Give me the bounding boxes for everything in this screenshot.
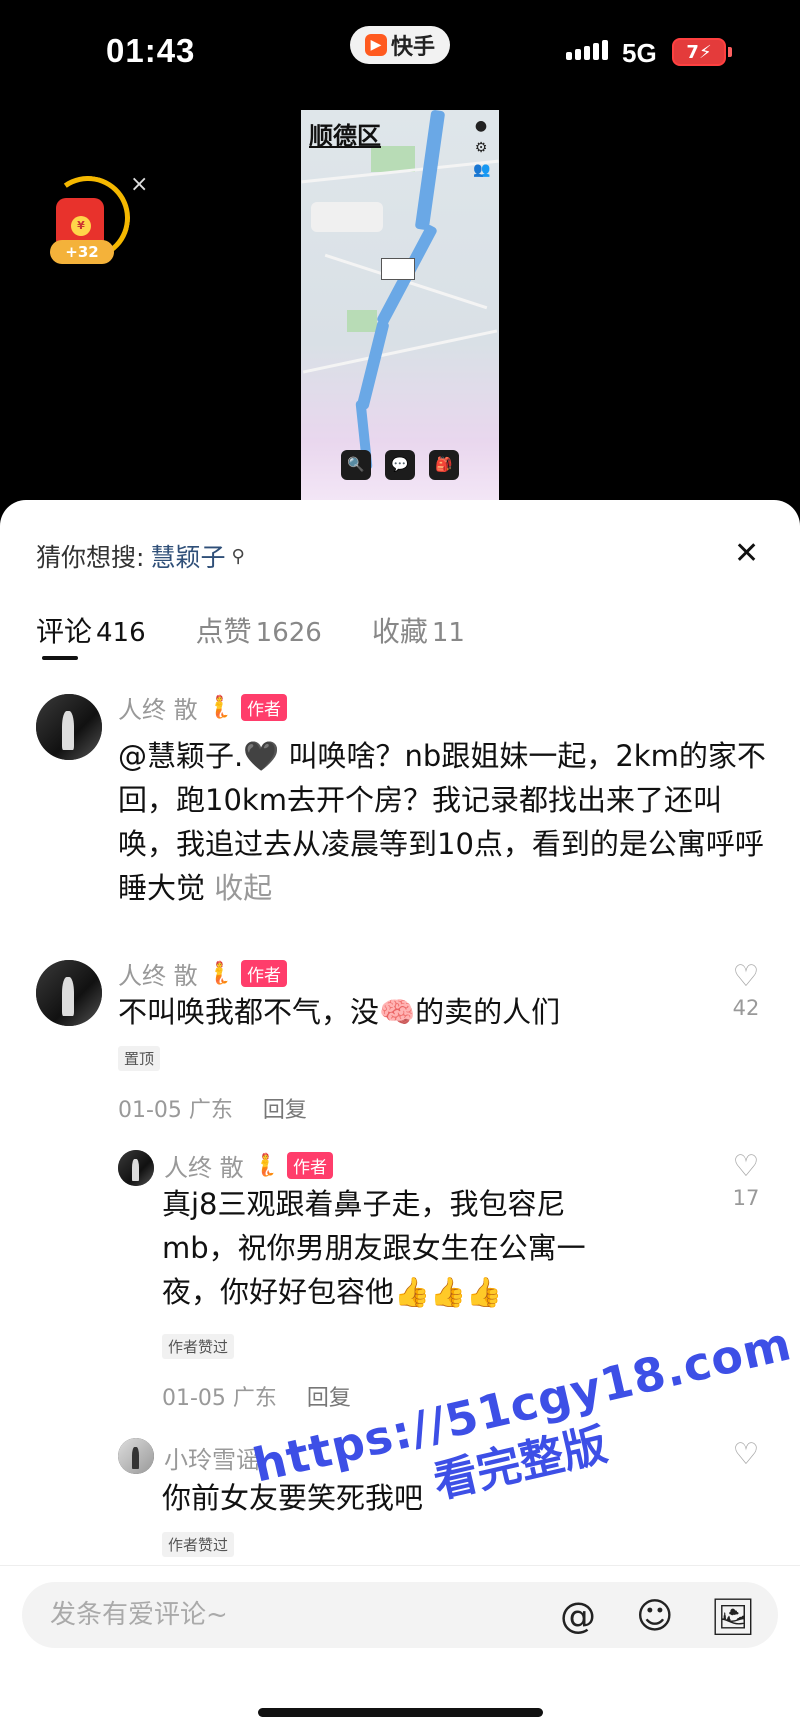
red-packet-bonus: +32 bbox=[50, 240, 114, 264]
signal-icon bbox=[566, 40, 608, 60]
red-packet-close-icon[interactable]: × bbox=[130, 172, 148, 197]
kuaishou-logo-icon: ▶ bbox=[364, 34, 387, 56]
app-name: 快手 bbox=[390, 35, 435, 60]
badge-emoji-icon: 🧜 bbox=[205, 961, 234, 986]
tab-label: 评论 bbox=[36, 615, 93, 648]
like-button[interactable]: ♡ bbox=[726, 1440, 766, 1470]
reply-button[interactable]: 回复 bbox=[263, 1092, 307, 1124]
emoji-icon[interactable]: ☺ bbox=[636, 1596, 674, 1637]
search-icon: ⚲ bbox=[231, 545, 245, 567]
location-pin bbox=[381, 258, 415, 280]
home-indicator[interactable] bbox=[258, 1708, 543, 1717]
tab-count: 416 bbox=[96, 618, 146, 648]
tab-label: 收藏 bbox=[371, 615, 428, 648]
heart-icon: ♡ bbox=[732, 1149, 760, 1184]
search-suggestion[interactable]: 猜你想搜: 慧颖子 ⚲ bbox=[36, 538, 245, 574]
comment-date: 01-05 广东 bbox=[118, 1098, 233, 1123]
tab-favorites[interactable]: 收藏 11 bbox=[372, 610, 465, 650]
like-count: 17 bbox=[732, 1186, 760, 1210]
map-chat-icon[interactable]: 💬 bbox=[385, 450, 415, 480]
tab-comments[interactable]: 评论 416 bbox=[36, 610, 146, 650]
map-backpack-icon[interactable]: 🎒 bbox=[429, 450, 459, 480]
status-time: 01:43 bbox=[106, 32, 196, 69]
active-tab-indicator bbox=[42, 656, 78, 660]
username[interactable]: 人终 散 bbox=[118, 956, 198, 991]
coin-icon: ¥ bbox=[71, 216, 91, 236]
comment-header: 人终 散 🧜 作者 bbox=[118, 956, 288, 991]
profile-icon[interactable]: ● bbox=[473, 118, 489, 134]
comment-tabs: 评论 416 点赞 1626 收藏 11 bbox=[36, 610, 465, 650]
tab-likes[interactable]: 点赞 1626 bbox=[196, 610, 322, 650]
comment-body[interactable]: @慧颖子.🖤 叫唤啥？nb跟姐妹一起，2km的家不回，跑10km去开个房？我记录… bbox=[118, 658, 768, 910]
author-tag: 作者 bbox=[287, 1152, 334, 1179]
comment-text[interactable]: 不叫唤我都不气，没🧠的卖的人们 bbox=[118, 990, 678, 1034]
search-suggestion-keyword[interactable]: 慧颖子 bbox=[150, 538, 225, 574]
avatar[interactable] bbox=[36, 694, 102, 760]
heart-icon: ♡ bbox=[732, 959, 760, 994]
map-road bbox=[302, 329, 498, 374]
heart-icon: ♡ bbox=[732, 1437, 760, 1472]
author-tag: 作者 bbox=[241, 960, 288, 987]
battery-tip bbox=[728, 47, 732, 57]
app-indicator[interactable]: ▶ 快手 bbox=[350, 26, 450, 64]
reply-button[interactable]: 回复 bbox=[307, 1380, 351, 1412]
like-count: 42 bbox=[732, 996, 760, 1020]
avatar[interactable] bbox=[36, 960, 102, 1026]
comment-meta: 01-05 广东 回复 bbox=[118, 1092, 307, 1124]
map-info-badge bbox=[311, 202, 383, 232]
collapse-link[interactable]: 收起 bbox=[214, 871, 272, 905]
reply-date: 01-05 广东 bbox=[162, 1386, 277, 1411]
close-panel-icon[interactable]: ✕ bbox=[734, 536, 759, 571]
author-liked-badge: 作者赞过 bbox=[162, 1334, 235, 1359]
red-packet-widget[interactable]: ¥ +32 bbox=[39, 169, 137, 276]
reply-header: 小玲雪谣 bbox=[164, 1440, 260, 1475]
like-button[interactable]: ♡ 17 bbox=[726, 1149, 766, 1211]
tab-count: 1626 bbox=[255, 618, 322, 648]
map-park bbox=[347, 310, 377, 332]
tab-label: 点赞 bbox=[195, 615, 252, 648]
username[interactable]: 人终 散 bbox=[164, 1148, 244, 1183]
tab-count: 11 bbox=[431, 618, 465, 648]
map-search-icon[interactable]: 🔍 bbox=[341, 450, 371, 480]
avatar[interactable] bbox=[118, 1438, 154, 1474]
image-icon[interactable]: 🖼 bbox=[710, 1596, 756, 1638]
author-liked-badge: 作者赞过 bbox=[162, 1532, 235, 1557]
reply-meta: 01-05 广东 回复 bbox=[162, 1380, 351, 1412]
network-type: 5G bbox=[622, 38, 657, 68]
battery-icon: 7 ⚡ bbox=[672, 38, 726, 66]
reply-header: 人终 散 🧜 作者 bbox=[164, 1148, 334, 1183]
pinned-badge: 置顶 bbox=[118, 1046, 161, 1071]
avatar[interactable] bbox=[118, 1150, 154, 1186]
gear-icon[interactable]: ⚙ bbox=[473, 140, 489, 156]
mention-icon[interactable]: @ bbox=[560, 1596, 596, 1637]
like-button[interactable]: ♡ 42 bbox=[726, 959, 766, 1021]
search-suggestion-prefix: 猜你想搜: bbox=[36, 543, 145, 572]
badge-emoji-icon: 🧜 bbox=[251, 1153, 280, 1178]
friends-icon[interactable]: 👥 bbox=[473, 162, 490, 178]
map-district-label: 顺德区 bbox=[309, 122, 381, 150]
comment-input-bar: 发条有爱评论~ @ ☺ 🖼 bbox=[0, 1565, 800, 1730]
reply-text[interactable]: 真j8三观跟着鼻子走，我包容尼mb，祝你男朋友跟女生在公寓一夜，你好好包容他👍👍… bbox=[162, 1182, 632, 1314]
video-frame-map[interactable]: 顺德区 ● ⚙ 👥 🔍 💬 🎒 bbox=[301, 110, 499, 500]
comment-panel: 猜你想搜: 慧颖子 ⚲ ✕ 评论 416 点赞 1626 收藏 11 人终 散 🧜 作… bbox=[0, 500, 800, 1730]
username[interactable]: 小玲雪谣 bbox=[164, 1440, 260, 1475]
map-river bbox=[356, 319, 390, 411]
battery-level: 7 bbox=[686, 41, 699, 63]
